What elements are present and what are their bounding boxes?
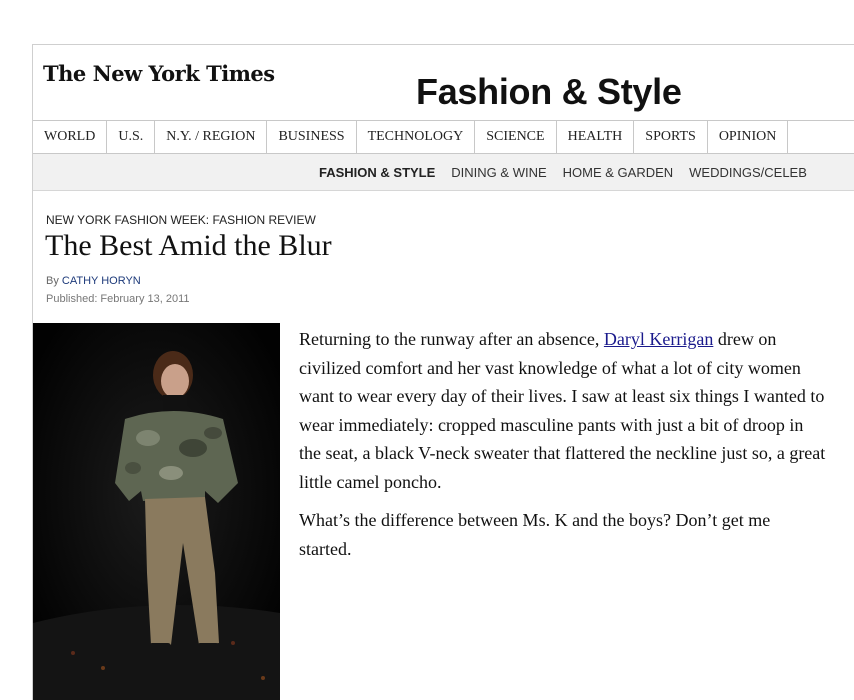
- nav-item-technology[interactable]: TECHNOLOGY: [357, 121, 476, 153]
- nav-item-world[interactable]: WORLD: [33, 121, 108, 153]
- nav-item-health[interactable]: HEALTH: [557, 121, 635, 153]
- subnav-item-home-garden[interactable]: HOME & GARDEN: [563, 165, 674, 180]
- article-kicker: NEW YORK FASHION WEEK: FASHION REVIEW: [46, 213, 316, 227]
- subnav-item-fashion-style[interactable]: FASHION & STYLE: [319, 165, 435, 180]
- nav-item-us[interactable]: U.S.: [107, 121, 156, 153]
- p1-text-before-link: Returning to the runway after an absence…: [299, 329, 604, 349]
- published-date: Published: February 13, 2011: [46, 293, 190, 305]
- runway-model-photo: [33, 323, 280, 700]
- article-body: Returning to the runway after an absence…: [299, 325, 827, 573]
- nyt-logo[interactable]: The New York Times: [43, 61, 275, 86]
- p1-text-after-link: drew on civilized comfort and her vast k…: [299, 329, 826, 492]
- nav-item-opinion[interactable]: OPINION: [708, 121, 789, 153]
- article-paragraph-2: What’s the difference between Ms. K and …: [299, 510, 771, 559]
- runway-model-photo-icon: [33, 323, 280, 700]
- daryl-kerrigan-link[interactable]: Daryl Kerrigan: [604, 329, 713, 349]
- section-title: Fashion & Style: [416, 71, 682, 112]
- byline-prefix: By: [46, 275, 59, 287]
- article-paragraph-1: Returning to the runway after an absence…: [299, 325, 827, 496]
- nav-item-ny-region[interactable]: N.Y. / REGION: [155, 121, 268, 153]
- subnav-item-weddings-celeb[interactable]: WEDDINGS/CELEB: [689, 165, 807, 180]
- sub-nav: FASHION & STYLE DINING & WINE HOME & GAR…: [33, 154, 854, 191]
- nav-item-science[interactable]: SCIENCE: [475, 121, 557, 153]
- subnav-item-dining-wine[interactable]: DINING & WINE: [451, 165, 546, 180]
- byline: By CATHY HORYN: [46, 275, 141, 287]
- author-link[interactable]: CATHY HORYN: [62, 275, 141, 287]
- page-frame: The New York Times Fashion & Style WORLD…: [32, 44, 854, 700]
- article-headline: The Best Amid the Blur: [45, 229, 332, 262]
- nav-item-business[interactable]: BUSINESS: [267, 121, 357, 153]
- nav-item-sports[interactable]: SPORTS: [634, 121, 708, 153]
- top-nav: WORLD U.S. N.Y. / REGION BUSINESS TECHNO…: [33, 120, 854, 154]
